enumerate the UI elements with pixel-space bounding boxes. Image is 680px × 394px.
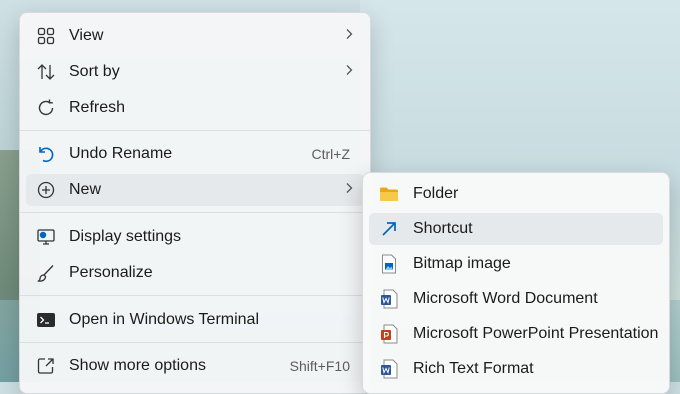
sort-arrows-icon <box>36 62 56 82</box>
menu-separator <box>20 342 370 343</box>
menu-item-label: View <box>69 27 104 44</box>
bitmap-file-icon <box>379 254 399 274</box>
chevron-right-icon <box>344 181 354 199</box>
rtf-file-icon <box>379 359 399 379</box>
submenu-item-powerpoint-presentation[interactable]: Microsoft PowerPoint Presentation <box>369 318 663 350</box>
menu-item-label: Sort by <box>69 63 120 80</box>
menu-item-shortcut: Shift+F10 <box>289 358 350 374</box>
menu-item-open-in-terminal[interactable]: Open in Windows Terminal <box>26 304 364 336</box>
menu-item-sort-by[interactable]: Sort by <box>26 56 364 88</box>
menu-item-label: Refresh <box>69 99 126 116</box>
menu-item-refresh[interactable]: Refresh <box>26 92 364 124</box>
monitor-settings-icon <box>36 227 56 247</box>
menu-separator <box>20 212 370 213</box>
word-file-icon <box>379 289 399 309</box>
menu-item-undo-rename[interactable]: Undo Rename Ctrl+Z <box>26 138 364 170</box>
shortcut-arrow-icon <box>379 219 399 239</box>
share-box-icon <box>36 356 56 376</box>
new-submenu: Folder Shortcut Bitmap image Microsoft W… <box>362 172 670 394</box>
menu-item-display-settings[interactable]: Display settings <box>26 221 364 253</box>
chevron-right-icon <box>344 63 354 81</box>
submenu-item-shortcut[interactable]: Shortcut <box>369 213 663 245</box>
submenu-item-rich-text-format[interactable]: Rich Text Format <box>369 353 663 385</box>
submenu-item-label: Microsoft PowerPoint Presentation <box>413 325 659 342</box>
menu-item-label: Show more options <box>69 357 206 374</box>
submenu-item-word-document[interactable]: Microsoft Word Document <box>369 283 663 315</box>
grid-icon <box>36 26 56 46</box>
undo-icon <box>36 144 56 164</box>
submenu-item-label: Rich Text Format <box>413 360 534 377</box>
plus-circle-icon <box>36 180 56 200</box>
menu-item-view[interactable]: View <box>26 20 364 52</box>
menu-separator <box>20 130 370 131</box>
menu-item-label: New <box>69 181 102 198</box>
menu-separator <box>20 295 370 296</box>
submenu-item-bitmap-image[interactable]: Bitmap image <box>369 248 663 280</box>
submenu-item-folder[interactable]: Folder <box>369 178 663 210</box>
desktop-context-menu: View Sort by Refresh Undo Rename Ctrl+Z … <box>19 12 371 394</box>
menu-item-new[interactable]: New <box>26 174 364 206</box>
menu-item-show-more-options[interactable]: Show more options Shift+F10 <box>26 350 364 382</box>
powerpoint-file-icon <box>379 324 399 344</box>
menu-item-personalize[interactable]: Personalize <box>26 257 364 289</box>
menu-item-label: Undo Rename <box>69 145 173 162</box>
menu-item-label: Display settings <box>69 228 182 245</box>
chevron-right-icon <box>344 27 354 45</box>
menu-item-label: Open in Windows Terminal <box>69 311 260 328</box>
terminal-icon <box>36 310 56 330</box>
submenu-item-label: Microsoft Word Document <box>413 290 598 307</box>
submenu-item-label: Bitmap image <box>413 255 511 272</box>
folder-icon <box>379 184 399 204</box>
menu-item-shortcut: Ctrl+Z <box>311 146 351 162</box>
submenu-item-label: Shortcut <box>413 220 473 237</box>
refresh-icon <box>36 98 56 118</box>
brush-icon <box>36 263 56 283</box>
menu-item-label: Personalize <box>69 264 153 281</box>
submenu-item-label: Folder <box>413 185 459 202</box>
